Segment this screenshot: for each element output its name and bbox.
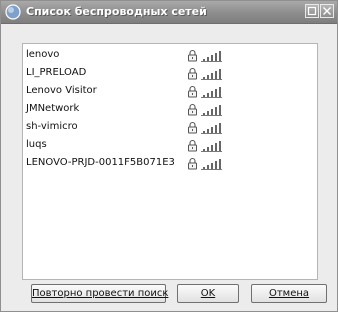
lock-icon [188, 157, 197, 170]
signal-strength-icon [201, 123, 222, 134]
network-row[interactable]: LENOVO-PRJD-0011F5B071E3 [26, 156, 314, 171]
network-row[interactable]: lenovo [26, 48, 314, 63]
network-list[interactable]: lenovo LI_PRELOAD Lenovo Visitor JMNetwork s… [22, 43, 318, 280]
signal-strength-icon [201, 105, 222, 116]
cancel-button[interactable]: Отмена [251, 284, 327, 303]
network-name: luqs [26, 139, 47, 150]
maximize-button[interactable] [305, 4, 319, 18]
lock-icon [188, 67, 197, 80]
wireless-networks-dialog: Список беспроводных сетей lenovo LI_PRELO… [0, 0, 338, 312]
lock-icon [188, 85, 197, 98]
signal-strength-icon [201, 51, 222, 62]
rescan-button-label: Повторно провести поиск [32, 288, 169, 299]
ok-button[interactable]: OK [177, 284, 239, 303]
network-name: lenovo [26, 49, 60, 60]
lock-icon [188, 103, 197, 116]
lock-icon [188, 49, 197, 62]
close-button[interactable] [320, 4, 334, 18]
network-row[interactable]: sh-vimicro [26, 120, 314, 135]
lock-icon [188, 121, 197, 134]
network-row[interactable]: Lenovo Visitor [26, 84, 314, 99]
rescan-button[interactable]: Повторно провести поиск [31, 284, 169, 303]
maximize-icon [307, 6, 317, 16]
app-globe-icon [5, 4, 21, 20]
signal-strength-icon [201, 159, 222, 170]
window-title: Список беспроводных сетей [26, 5, 207, 18]
cancel-button-label: Отмена [268, 288, 310, 299]
network-name: sh-vimicro [26, 121, 78, 132]
network-name: JMNetwork [26, 103, 80, 114]
lock-icon [188, 139, 197, 152]
close-icon [323, 7, 331, 15]
network-row[interactable]: LI_PRELOAD [26, 66, 314, 81]
signal-strength-icon [201, 141, 222, 152]
network-name: Lenovo Visitor [26, 85, 97, 96]
ok-button-label: OK [200, 288, 216, 299]
network-row[interactable]: luqs [26, 138, 314, 153]
network-row[interactable]: JMNetwork [26, 102, 314, 117]
signal-strength-icon [201, 69, 222, 80]
signal-strength-icon [201, 87, 222, 98]
network-name: LI_PRELOAD [26, 67, 87, 78]
title-bar[interactable]: Список беспроводных сетей [1, 1, 337, 24]
network-name: LENOVO-PRJD-0011F5B071E3 [26, 157, 175, 168]
